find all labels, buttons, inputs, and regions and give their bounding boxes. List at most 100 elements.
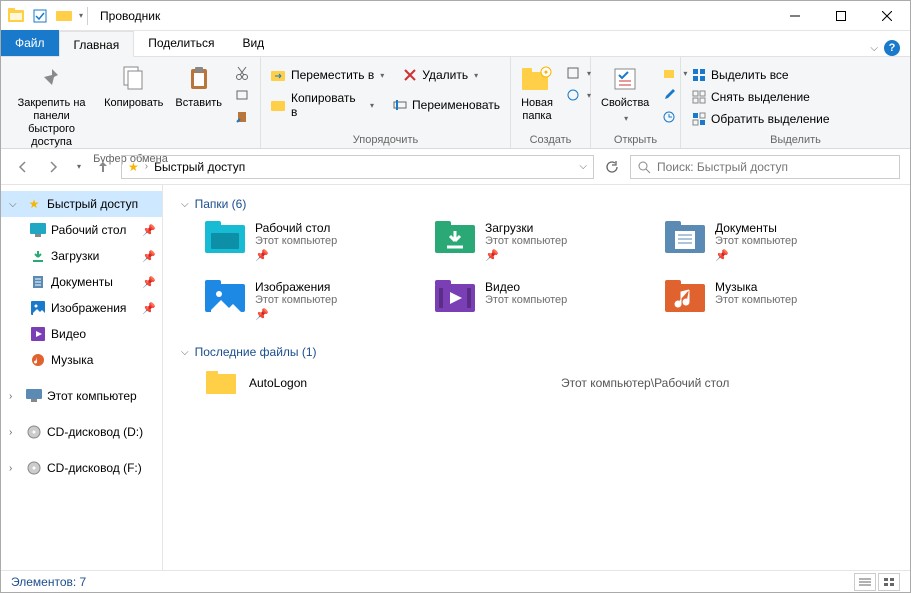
ribbon: Закрепить на панели быстрого доступа Коп… xyxy=(1,57,910,149)
star-icon: ★ xyxy=(25,195,43,213)
video-icon xyxy=(29,325,47,343)
disc-icon xyxy=(25,423,43,441)
sidebar-item-desktop[interactable]: Рабочий стол📌 xyxy=(1,217,162,243)
copy-label: Копировать xyxy=(104,97,163,110)
forward-button[interactable] xyxy=(41,155,65,179)
address-dropdown[interactable]: ⌵ xyxy=(579,161,587,172)
folder-item-desktop[interactable]: Рабочий столЭтот компьютер📌 xyxy=(205,221,425,262)
window-title: Проводник xyxy=(100,9,160,23)
pin-icon: 📌 xyxy=(485,249,567,262)
properties-button[interactable]: Свойства ▾ xyxy=(597,61,653,127)
pin-icon: 📌 xyxy=(142,250,156,263)
pin-icon: 📌 xyxy=(255,249,337,262)
download-icon xyxy=(29,247,47,265)
status-bar: Элементов: 7 xyxy=(1,570,910,592)
qat-caret[interactable]: ▾ xyxy=(79,11,83,20)
ribbon-collapse-caret[interactable]: ⌵ xyxy=(870,43,878,54)
navigation-bar: ▾ ★ › Быстрый доступ ⌵ Поиск: Быстрый до… xyxy=(1,149,910,185)
delete-button[interactable]: Удалить▾ xyxy=(398,65,482,85)
pin-icon: 📌 xyxy=(142,302,156,315)
copy-button[interactable]: Копировать xyxy=(100,61,167,112)
sidebar-item-cd-f[interactable]: ›CD-дисковод (F:) xyxy=(1,455,162,481)
easy-access-button[interactable]: ▾ xyxy=(561,85,595,105)
folder-item-music[interactable]: МузыкаЭтот компьютер xyxy=(665,280,885,321)
back-button[interactable] xyxy=(11,155,35,179)
star-icon: ★ xyxy=(128,160,139,174)
music-icon xyxy=(29,351,47,369)
rename-button[interactable]: Переименовать xyxy=(388,89,504,121)
recent-locations-button[interactable]: ▾ xyxy=(71,155,85,179)
properties-label: Свойства xyxy=(601,97,649,110)
qat-dropdown[interactable] xyxy=(53,5,75,27)
pin-to-quick-access-button[interactable]: Закрепить на панели быстрого доступа xyxy=(7,61,96,151)
select-group-label: Выделить xyxy=(687,132,904,146)
disc-icon xyxy=(25,459,43,477)
sidebar-item-music[interactable]: Музыка xyxy=(1,347,162,373)
status-item-count: Элементов: 7 xyxy=(11,575,86,589)
svg-text:✦: ✦ xyxy=(543,68,550,77)
tab-file[interactable]: Файл xyxy=(1,30,59,56)
search-placeholder: Поиск: Быстрый доступ xyxy=(657,160,788,174)
folder-item-documents[interactable]: ДокументыЭтот компьютер📌 xyxy=(665,221,885,262)
view-details-button[interactable] xyxy=(854,573,876,591)
refresh-button[interactable] xyxy=(600,155,624,179)
recent-file-item[interactable]: AutoLogon Этот компьютер\Рабочий стол xyxy=(205,369,892,397)
folder-item-pictures[interactable]: ИзображенияЭтот компьютер📌 xyxy=(205,280,425,321)
paste-button[interactable]: Вставить xyxy=(171,61,226,112)
pin-icon: 📌 xyxy=(142,224,156,237)
pin-icon: 📌 xyxy=(715,249,797,262)
copy-path-button[interactable] xyxy=(230,85,254,105)
close-button[interactable] xyxy=(864,1,910,31)
sidebar-item-this-pc[interactable]: ›Этот компьютер xyxy=(1,383,162,409)
new-group-label: Создать xyxy=(517,132,584,146)
pin-label: Закрепить на панели быстрого доступа xyxy=(11,97,92,149)
content-pane: ⌵Папки (6) Рабочий столЭтот компьютер📌 З… xyxy=(163,185,910,570)
maximize-button[interactable] xyxy=(818,1,864,31)
titlebar: ▾ Проводник xyxy=(1,1,910,31)
new-item-button[interactable]: ▾ xyxy=(561,63,595,83)
desktop-icon xyxy=(29,221,47,239)
ribbon-tabs: Файл Главная Поделиться Вид ⌵ ? xyxy=(1,31,910,57)
new-folder-label: Новая папка xyxy=(521,97,553,123)
open-group-label: Открыть xyxy=(597,132,674,146)
qat-item-1[interactable] xyxy=(29,5,51,27)
organize-group-label: Упорядочить xyxy=(267,132,504,146)
invert-selection-button[interactable]: Обратить выделение xyxy=(687,109,834,129)
paste-label: Вставить xyxy=(175,97,222,110)
up-button[interactable] xyxy=(91,155,115,179)
move-to-button[interactable]: Переместить в▾ xyxy=(267,65,388,85)
sidebar-item-pictures[interactable]: Изображения📌 xyxy=(1,295,162,321)
cut-button[interactable] xyxy=(230,63,254,83)
search-icon xyxy=(637,160,651,174)
pin-icon: 📌 xyxy=(142,276,156,289)
folder-item-videos[interactable]: ВидеоЭтот компьютер xyxy=(435,280,655,321)
sidebar-item-downloads[interactable]: Загрузки📌 xyxy=(1,243,162,269)
sidebar-item-cd-d[interactable]: ›CD-дисковод (D:) xyxy=(1,419,162,445)
sidebar-item-documents[interactable]: Документы📌 xyxy=(1,269,162,295)
select-none-button[interactable]: Снять выделение xyxy=(687,87,814,107)
view-icons-button[interactable] xyxy=(878,573,900,591)
search-box[interactable]: Поиск: Быстрый доступ xyxy=(630,155,900,179)
minimize-button[interactable] xyxy=(772,1,818,31)
tab-view[interactable]: Вид xyxy=(228,30,278,56)
sidebar-item-quick-access[interactable]: ⌵★Быстрый доступ xyxy=(1,191,162,217)
pc-icon xyxy=(25,387,43,405)
tab-home[interactable]: Главная xyxy=(59,31,135,57)
app-icon xyxy=(5,5,27,27)
paste-shortcut-button[interactable] xyxy=(230,107,254,127)
document-icon xyxy=(29,273,47,291)
folders-section-header[interactable]: ⌵Папки (6) xyxy=(181,197,892,211)
folder-item-downloads[interactable]: ЗагрузкиЭтот компьютер📌 xyxy=(435,221,655,262)
sidebar: ⌵★Быстрый доступ Рабочий стол📌 Загрузки📌… xyxy=(1,185,163,570)
pin-icon: 📌 xyxy=(255,308,337,321)
tab-share[interactable]: Поделиться xyxy=(134,30,228,56)
new-folder-button[interactable]: ✦ Новая папка xyxy=(517,61,557,125)
sidebar-item-videos[interactable]: Видео xyxy=(1,321,162,347)
copy-to-button[interactable]: Копировать в▾ xyxy=(267,89,378,121)
select-all-button[interactable]: Выделить все xyxy=(687,65,793,85)
address-bar[interactable]: ★ › Быстрый доступ ⌵ xyxy=(121,155,594,179)
help-icon[interactable]: ? xyxy=(884,40,900,56)
picture-icon xyxy=(29,299,47,317)
breadcrumb[interactable]: Быстрый доступ xyxy=(154,160,245,174)
recent-section-header[interactable]: ⌵Последние файлы (1) xyxy=(181,345,892,359)
